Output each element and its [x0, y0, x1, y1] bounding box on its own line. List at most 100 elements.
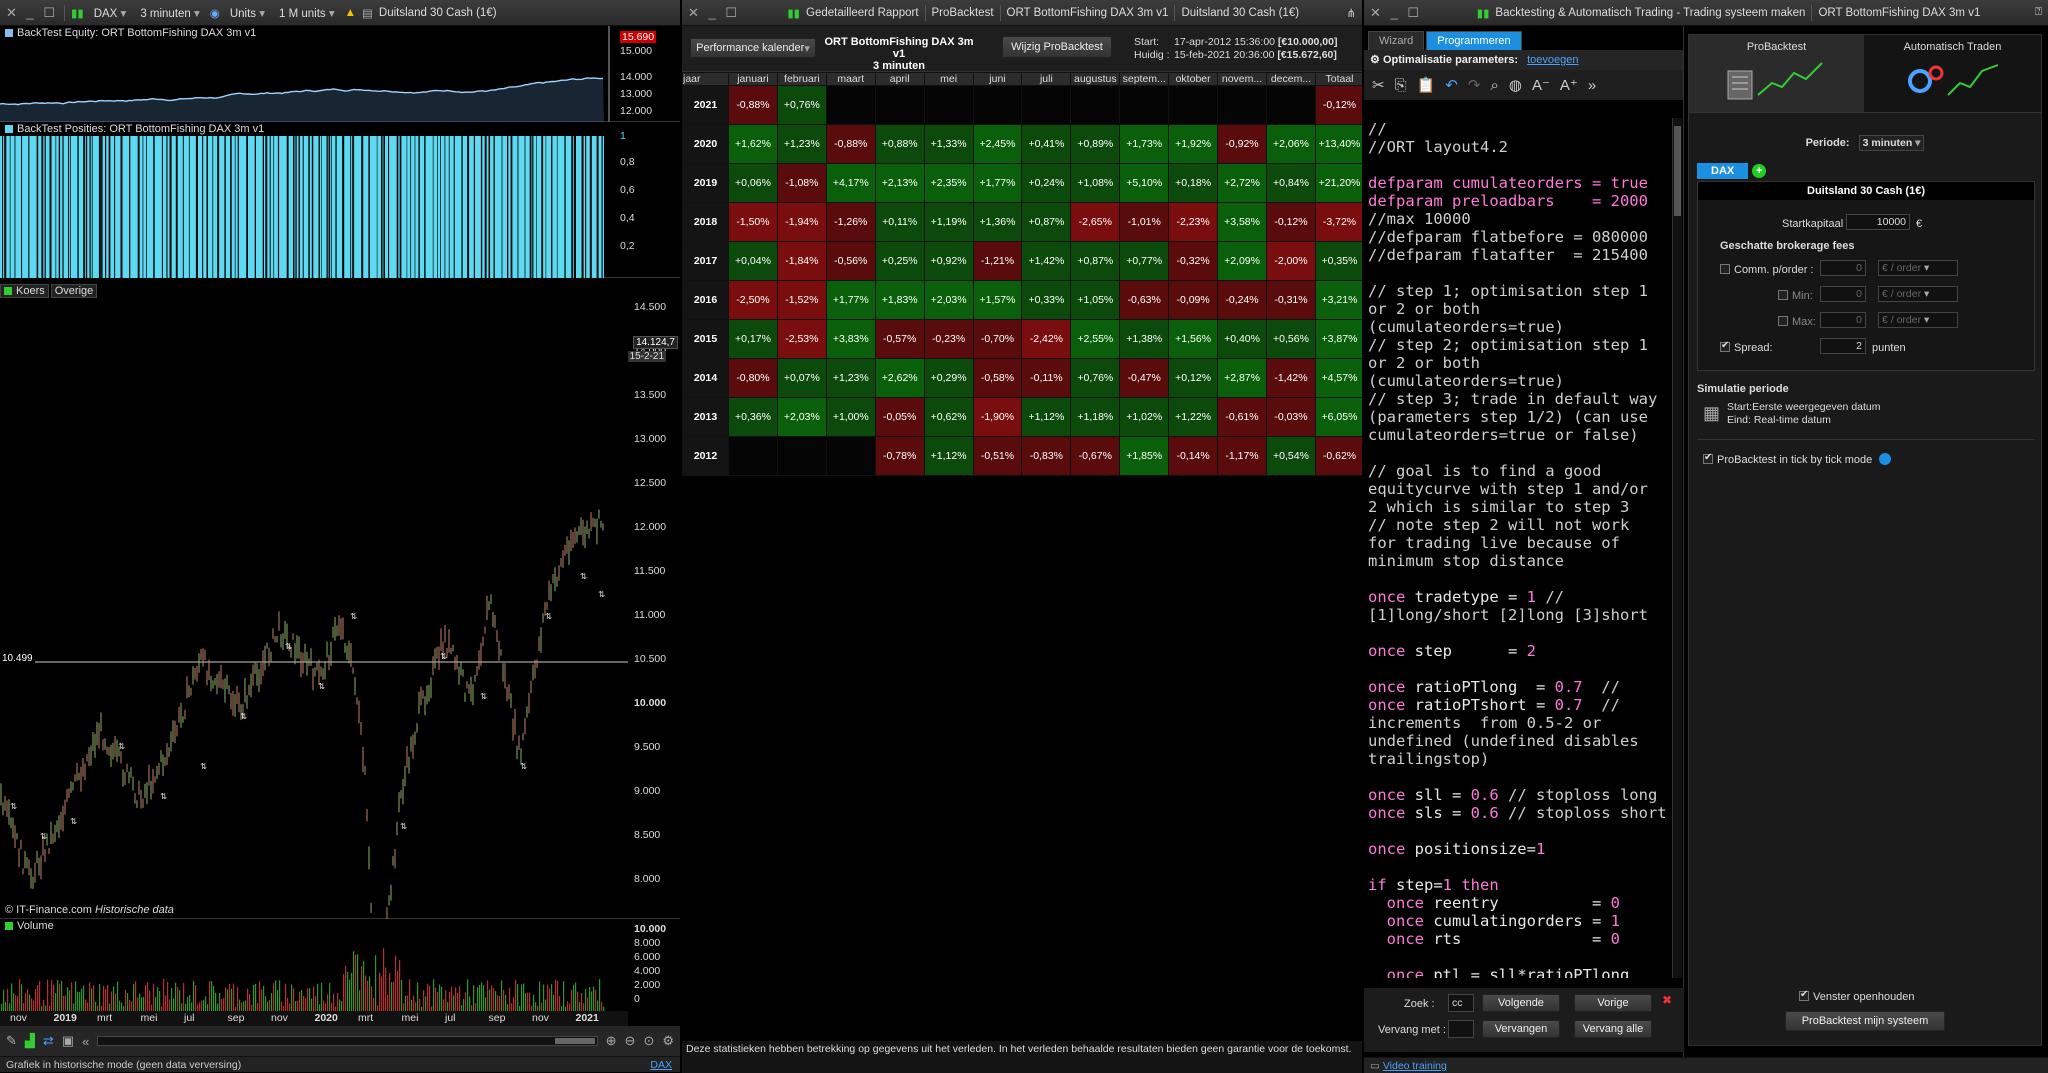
column-header[interactable]: jaar [682, 72, 729, 86]
video-training-link[interactable]: Video training [1383, 1060, 1447, 1072]
column-header[interactable]: novem... [1217, 72, 1267, 86]
volume-bar [25, 993, 27, 1011]
comment-icon[interactable]: ◍ [1509, 76, 1522, 94]
max-unit-select[interactable]: € / order [1878, 312, 1958, 328]
spread-input[interactable] [1820, 338, 1866, 354]
close-search-icon[interactable]: ✖ [1662, 993, 1672, 1007]
instrument-select[interactable]: DAX [90, 4, 131, 22]
max-checkbox[interactable] [1778, 316, 1788, 326]
period-select[interactable]: 3 minuten [1858, 135, 1925, 151]
column-header[interactable]: maart [825, 72, 876, 86]
window-controls[interactable]: ✕ _ ☐ [1370, 5, 1422, 21]
tab-overige[interactable]: Overige [50, 284, 98, 298]
max-input[interactable] [1820, 312, 1866, 328]
help-icon[interactable]: ⍰ [2035, 6, 2042, 19]
units-size-select[interactable]: 1 M units [275, 4, 339, 22]
share-icon[interactable]: ⇄ [43, 1033, 54, 1049]
mode-automatisch-traden[interactable]: Automatisch Traden [1864, 35, 2041, 112]
instrument-tab-dax[interactable]: DAX [1697, 163, 1749, 179]
chart-scrollbar[interactable] [97, 1036, 598, 1046]
tick-mode-checkbox[interactable] [1703, 452, 1713, 464]
code-token: once [1368, 678, 1406, 696]
zoom-reset-icon[interactable]: ⊙ [643, 1033, 654, 1049]
window-controls[interactable]: ✕ _ ☐ [688, 5, 740, 21]
column-header[interactable]: mei [923, 72, 974, 86]
comm-unit-select[interactable]: € / order [1878, 260, 1958, 276]
column-header[interactable]: juni [972, 72, 1023, 86]
column-header[interactable]: augustus [1070, 72, 1121, 86]
column-header[interactable]: Totaal [1315, 72, 1362, 86]
min-unit-select[interactable]: € / order [1878, 286, 1958, 302]
code-token: or 2 or both [1368, 300, 1480, 318]
font-larger-icon[interactable]: A⁺ [1560, 76, 1578, 94]
replace-all-button[interactable]: Vervang alle [1574, 1020, 1652, 1038]
equity-axis: 15.690 15.000 14.000 13.000 12.000 [616, 26, 680, 122]
scroll-start-icon[interactable]: « [82, 1034, 89, 1049]
timeframe-select[interactable]: 3 minuten [136, 4, 203, 22]
draw-tool-icon[interactable]: ✎ [6, 1033, 17, 1049]
code-line: increments from 0.5-2 or [1368, 714, 1668, 732]
screenshot-icon[interactable]: ▣ [62, 1033, 74, 1049]
expand-icon[interactable]: » [1588, 77, 1596, 94]
previous-button[interactable]: Vorige [1574, 994, 1652, 1012]
keep-open-checkbox[interactable] [1799, 989, 1809, 1001]
tab-programmeren[interactable]: Programmeren [1426, 31, 1522, 50]
undo-icon[interactable]: ↶ [1445, 76, 1458, 94]
replace-button[interactable]: Vervangen [1482, 1020, 1560, 1038]
zoom-out-icon[interactable]: ⊖ [625, 1033, 636, 1049]
paste-icon[interactable]: 📋 [1417, 76, 1436, 94]
view-select[interactable]: Performance kalender [690, 38, 816, 58]
status-instrument-link[interactable]: DAX [650, 1059, 672, 1071]
replace-input[interactable] [1448, 1020, 1474, 1038]
comm-checkbox[interactable] [1720, 264, 1730, 274]
volume-bar [3, 989, 5, 1011]
edit-probacktest-button[interactable]: Wijzig ProBacktest [1002, 36, 1112, 58]
month-cell: -0,63% [1119, 280, 1170, 320]
window-controls[interactable]: ✕ _ ☐ [6, 5, 58, 21]
search-input[interactable] [1448, 994, 1474, 1012]
column-header[interactable]: februari [776, 72, 827, 86]
code-line: (parameters step 1/2) (can use [1368, 408, 1668, 426]
price-tick: 14.500 [634, 301, 667, 313]
share-icon[interactable]: ⋔ [1346, 6, 1356, 20]
column-header[interactable]: januari [728, 72, 778, 86]
position-gap [529, 136, 532, 278]
settings-icon[interactable]: ⚙ [662, 1033, 674, 1049]
column-header[interactable]: decem... [1265, 72, 1317, 86]
redo-icon[interactable]: ↷ [1468, 76, 1481, 94]
cut-icon[interactable]: ✂ [1372, 76, 1385, 94]
add-instrument-icon[interactable]: + [1752, 164, 1767, 178]
next-button[interactable]: Volgende [1482, 994, 1560, 1012]
units-mode-select[interactable]: Units [226, 4, 269, 22]
column-header[interactable]: juli [1021, 72, 1072, 86]
price-tick: 12.000 [634, 521, 667, 533]
search-icon[interactable]: ⌕ [1490, 77, 1498, 94]
month-cell [776, 436, 827, 476]
copy-icon[interactable]: ⎘ [1395, 77, 1407, 94]
add-parameter-link[interactable]: toevoegen [1527, 54, 1578, 66]
volume-bar [139, 993, 141, 1011]
info-icon[interactable] [1879, 453, 1892, 465]
code-editor[interactable]: ////ORT layout4.2 defparam cumulateorders… [1364, 118, 1672, 978]
column-header[interactable]: april [874, 72, 925, 86]
volume-bar [301, 989, 303, 1011]
capital-input[interactable] [1846, 214, 1910, 230]
tab-wizard[interactable]: Wizard [1368, 31, 1425, 50]
comm-input[interactable] [1820, 260, 1866, 276]
mode-probacktest[interactable]: ProBacktest [1689, 35, 1864, 112]
chart-style-icon[interactable]: ▟ [25, 1033, 35, 1049]
editor-scrollbar[interactable] [1672, 118, 1682, 978]
volume-bar [267, 1001, 269, 1011]
spread-checkbox[interactable] [1720, 340, 1730, 352]
run-probacktest-button[interactable]: ProBacktest mijn systeem [1785, 1011, 1945, 1031]
chart-type-icon[interactable]: ▮▮ [71, 6, 84, 20]
column-header[interactable]: oktober [1168, 72, 1219, 86]
min-checkbox[interactable] [1778, 290, 1788, 300]
font-smaller-icon[interactable]: A⁻ [1532, 76, 1550, 94]
zoom-in-icon[interactable]: ⊕ [606, 1033, 617, 1049]
code-token: // [1368, 120, 1387, 138]
volume-bar [419, 998, 421, 1011]
tab-koers[interactable]: Koers [0, 284, 49, 298]
column-header[interactable]: septem... [1119, 72, 1170, 86]
min-input[interactable] [1820, 286, 1866, 302]
